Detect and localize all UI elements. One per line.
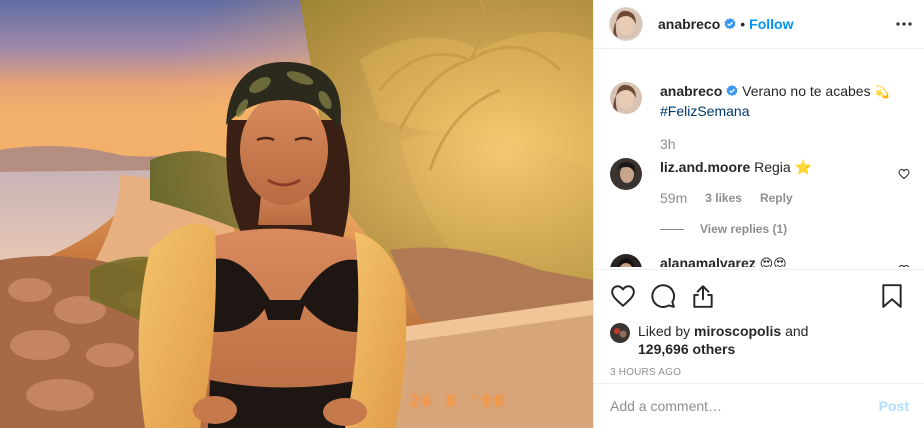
more-options-icon[interactable] xyxy=(893,15,915,33)
reply-button[interactable]: Reply xyxy=(760,189,793,208)
photo-date-stamp: 26 8 '98 xyxy=(410,392,507,410)
commenter-username[interactable]: alanamalvarez xyxy=(660,255,756,267)
likes-others-link[interactable]: 129,696 others xyxy=(638,341,735,357)
comment-likes-link[interactable]: 3 likes xyxy=(705,189,742,208)
author-avatar[interactable] xyxy=(610,8,642,40)
comment-text: Regia xyxy=(754,159,791,175)
commenter-avatar[interactable] xyxy=(610,158,642,190)
heart-eyes-emoji: 😍😍 xyxy=(759,256,787,267)
liker-username[interactable]: miroscopolis xyxy=(694,323,781,339)
share-icon[interactable] xyxy=(690,283,716,309)
heart-icon[interactable] xyxy=(610,283,636,309)
comment-input[interactable] xyxy=(610,398,879,414)
post-side-panel: anabreco • Follow anabreco Verano no te … xyxy=(593,0,924,428)
comment-time[interactable]: 59m xyxy=(660,189,687,208)
sparkle-emoji: 💫 xyxy=(874,85,890,99)
post-photo[interactable]: 26 8 '98 xyxy=(0,0,593,428)
caption-username[interactable]: anabreco xyxy=(660,83,722,99)
comments-list[interactable]: anabreco Verano no te acabes 💫 #FelizSem… xyxy=(594,67,924,267)
caption-hashtag[interactable]: #FelizSemana xyxy=(660,103,750,119)
view-replies-label: View replies (1) xyxy=(700,222,788,236)
add-comment-bar: Post xyxy=(594,383,924,428)
commenter-avatar[interactable] xyxy=(610,254,642,267)
caption-time[interactable]: 3h xyxy=(660,135,676,154)
verified-badge-icon xyxy=(726,85,738,97)
action-icons-row xyxy=(610,282,909,310)
header-separator: • xyxy=(740,16,746,32)
view-replies-button[interactable]: View replies (1) xyxy=(660,220,910,239)
bookmark-icon[interactable] xyxy=(879,283,905,309)
post-header: anabreco • Follow xyxy=(594,0,924,49)
likes-prefix: Liked by xyxy=(638,323,691,339)
comment-heart-icon[interactable] xyxy=(898,264,910,267)
instagram-post: 26 8 '98 anabreco • Follow anabreco Vera… xyxy=(0,0,924,428)
caption-author-avatar[interactable] xyxy=(610,82,642,114)
comment-icon[interactable] xyxy=(650,283,676,309)
likes-summary: Liked by miroscopolis and 129,696 others xyxy=(610,322,909,358)
post-comment-button[interactable]: Post xyxy=(879,398,909,414)
caption: anabreco Verano no te acabes 💫 #FelizSem… xyxy=(610,82,910,154)
liker-avatar[interactable] xyxy=(610,323,630,343)
author-username[interactable]: anabreco xyxy=(658,16,720,32)
follow-button[interactable]: Follow xyxy=(749,16,793,32)
verified-badge-icon xyxy=(724,18,736,30)
post-actions: Liked by miroscopolis and 129,696 others… xyxy=(594,269,924,378)
replies-divider-line xyxy=(660,229,684,230)
comment-item: liz.and.moore Regia ⭐ 59m 3 likes Reply … xyxy=(610,158,910,239)
commenter-username[interactable]: liz.and.moore xyxy=(660,159,750,175)
post-timestamp[interactable]: 3 HOURS AGO xyxy=(610,367,909,378)
comment-heart-icon[interactable] xyxy=(898,168,910,180)
likes-connector: and xyxy=(785,323,809,339)
photo-illustration xyxy=(0,0,593,428)
star-emoji: ⭐ xyxy=(794,159,813,175)
comment-item: alanamalvarez 😍😍 xyxy=(610,254,910,267)
caption-text: Verano no te acabes xyxy=(742,83,871,99)
